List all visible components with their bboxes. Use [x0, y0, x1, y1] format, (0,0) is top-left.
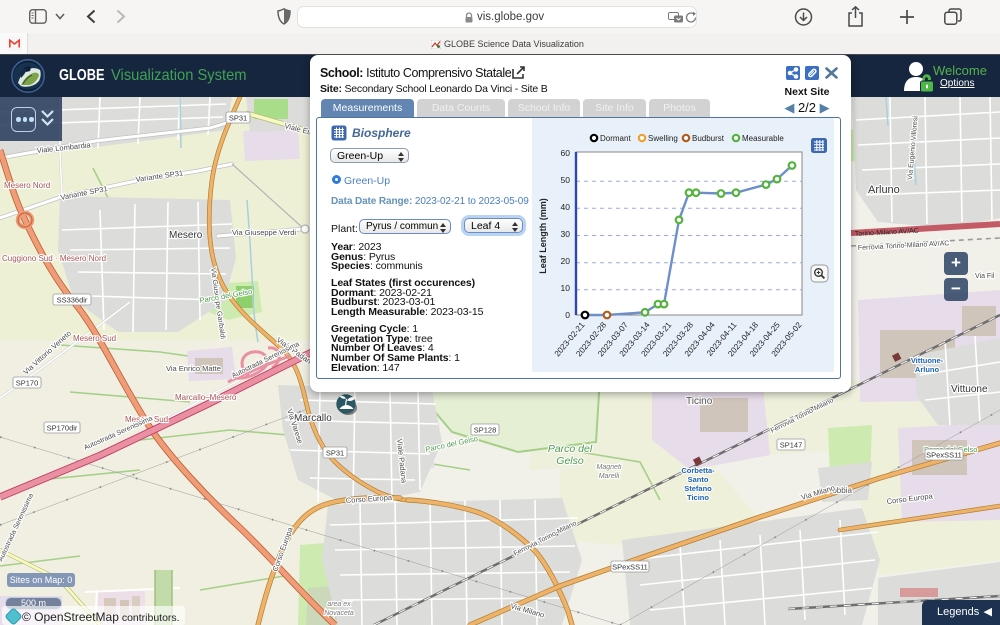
svg-text:SP128: SP128 [474, 426, 497, 435]
svg-text:Santo: Santo [688, 475, 709, 484]
svg-text:Ticino: Ticino [686, 396, 713, 407]
svg-text:Vittuone-: Vittuone- [911, 356, 944, 365]
svg-text:SP170: SP170 [16, 379, 39, 388]
svg-text:SPexSS11: SPexSS11 [612, 563, 648, 572]
svg-text:Leaf Length (mm): Leaf Length (mm) [538, 198, 548, 274]
svg-text:Swelling: Swelling [648, 134, 678, 143]
svg-text:Via Enrico Matte: Via Enrico Matte [166, 364, 221, 373]
svg-text:SP31: SP31 [326, 449, 344, 458]
svg-text:Marelli: Marelli [599, 473, 620, 480]
svg-text:Ticino: Ticino [687, 493, 709, 502]
svg-text:Mesero Nord: Mesero Nord [4, 181, 50, 190]
svg-text:Arluno: Arluno [915, 365, 940, 374]
svg-text:Via Giuseppe Verdi: Via Giuseppe Verdi [232, 228, 296, 237]
svg-text:Magneti: Magneti [597, 464, 622, 471]
svg-text:Arluno: Arluno [868, 184, 900, 196]
svg-text:Budburst: Budburst [692, 134, 725, 143]
svg-text:Mesero: Mesero [169, 230, 203, 241]
svg-text:Novaceta: Novaceta [324, 610, 354, 617]
svg-text:40: 40 [561, 202, 571, 212]
svg-text:SP147: SP147 [780, 441, 803, 450]
svg-text:Gelso: Gelso [556, 455, 584, 467]
svg-text:20: 20 [561, 256, 571, 266]
svg-text:Dormant: Dormant [600, 134, 631, 143]
svg-text:Measurable: Measurable [742, 134, 784, 143]
svg-text:0: 0 [565, 310, 570, 320]
svg-text:Vittuone: Vittuone [951, 384, 988, 395]
svg-text:Stefano: Stefano [684, 484, 712, 493]
svg-text:Parco del: Parco del [548, 443, 593, 455]
svg-text:SP31: SP31 [229, 114, 247, 123]
svg-text:SS336dir: SS336dir [57, 296, 88, 305]
svg-text:50: 50 [561, 175, 571, 185]
svg-text:SPexSS11: SPexSS11 [926, 451, 962, 460]
svg-text:Mesero Sud: Mesero Sud [73, 334, 116, 343]
svg-text:Cuggiono Sud · Mesero Nord: Cuggiono Sud · Mesero Nord [2, 254, 106, 263]
svg-text:30: 30 [561, 229, 571, 239]
svg-text:Corbetta-: Corbetta- [681, 466, 715, 475]
svg-text:10: 10 [561, 283, 571, 293]
svg-text:area ex: area ex [327, 601, 351, 608]
svg-text:60: 60 [561, 148, 571, 158]
svg-text:Marcallo–Mesero: Marcallo–Mesero [175, 393, 237, 402]
svg-text:Via Fil: Via Fil [975, 273, 995, 280]
svg-text:SP170dir: SP170dir [47, 424, 78, 433]
svg-text:Marcallo: Marcallo [294, 413, 332, 424]
